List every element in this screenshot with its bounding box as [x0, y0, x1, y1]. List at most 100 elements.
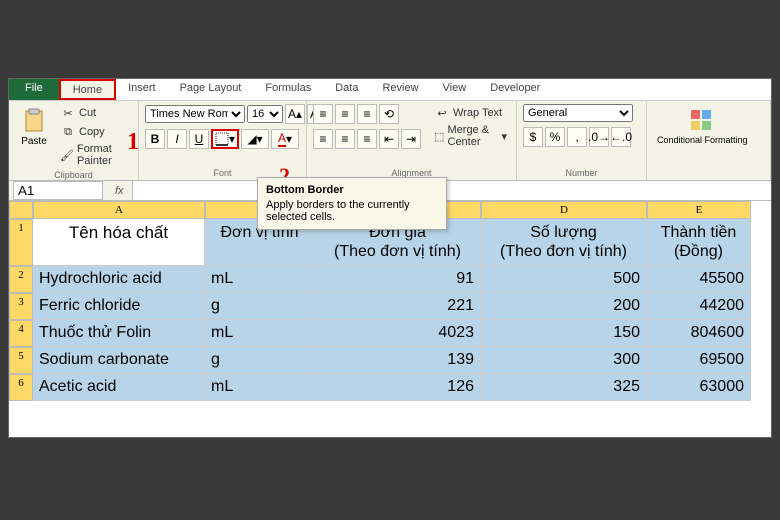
select-all-corner[interactable] [9, 201, 33, 219]
cell-b4[interactable]: mL [205, 320, 315, 347]
font-color-button[interactable]: A▾ [271, 129, 299, 149]
row-header-1[interactable]: 1 [9, 219, 33, 266]
cell-c2[interactable]: 91 [315, 266, 481, 293]
tooltip-bottom-border: Bottom Border Apply borders to the curre… [257, 177, 447, 230]
wrap-text-button[interactable]: ↩Wrap Text [431, 104, 510, 122]
percent-button[interactable]: % [545, 127, 565, 147]
increase-font-button[interactable]: A▴ [285, 104, 305, 124]
d1-line1: Số lượng [530, 224, 597, 241]
cell-c6[interactable]: 126 [315, 374, 481, 401]
font-size-select[interactable]: 16 [247, 105, 283, 123]
cell-a2[interactable]: Hydrochloric acid [33, 266, 205, 293]
conditional-formatting-button[interactable]: Conditional Formatting [653, 104, 752, 147]
cell-a4[interactable]: Thuốc thử Folin [33, 320, 205, 347]
fx-icon[interactable]: fx [107, 185, 132, 197]
align-right-button[interactable]: ≡ [357, 129, 377, 149]
cell-e6[interactable]: 63000 [647, 374, 751, 401]
cell-b5[interactable]: g [205, 347, 315, 374]
cell-d4[interactable]: 150 [481, 320, 647, 347]
tab-developer[interactable]: Developer [478, 79, 552, 100]
tab-view[interactable]: View [431, 79, 479, 100]
cell-c4[interactable]: 4023 [315, 320, 481, 347]
italic-button[interactable]: I [167, 129, 187, 149]
copy-button[interactable]: ⧉Copy [57, 123, 132, 141]
tab-pagelayout[interactable]: Page Layout [168, 79, 254, 100]
e1-line1: Thành tiền [661, 224, 737, 241]
col-header-a[interactable]: A [33, 201, 205, 219]
brush-icon: 🖌 [60, 147, 74, 163]
tooltip-title: Bottom Border [266, 184, 438, 196]
spreadsheet-grid[interactable]: A B C D E 1 Tên hóa chất Đơn vị tính Đơn… [9, 201, 771, 401]
cell-a3[interactable]: Ferric chloride [33, 293, 205, 320]
e1-line2: (Đồng) [674, 243, 723, 260]
merge-center-button[interactable]: ⬚Merge & Center ▾ [431, 123, 510, 149]
cond-format-icon [687, 106, 717, 136]
tab-home[interactable]: Home [59, 79, 116, 100]
cell-a6[interactable]: Acetic acid [33, 374, 205, 401]
align-center-button[interactable]: ≡ [335, 129, 355, 149]
excel-window: File Home Insert Page Layout Formulas Da… [8, 78, 772, 438]
cond-format-label: Conditional Formatting [657, 136, 748, 145]
col-header-e[interactable]: E [647, 201, 751, 219]
ribbon: 1 2 Paste ✂Cut ⧉Copy 🖌Format Painter Cli… [9, 101, 771, 181]
cut-button[interactable]: ✂Cut [57, 104, 132, 122]
wrap-icon: ↩ [434, 105, 450, 121]
col-header-d[interactable]: D [481, 201, 647, 219]
name-box[interactable] [13, 181, 103, 200]
underline-button[interactable]: U [189, 129, 209, 149]
decrease-decimal-button[interactable]: ←.0 [611, 127, 631, 147]
paste-button[interactable]: Paste [15, 104, 53, 149]
cell-d6[interactable]: 325 [481, 374, 647, 401]
cell-d1[interactable]: Số lượng(Theo đơn vị tính) [481, 219, 647, 266]
increase-indent-button[interactable]: ⇥ [401, 129, 421, 149]
bold-button[interactable]: B [145, 129, 165, 149]
cell-e2[interactable]: 45500 [647, 266, 751, 293]
cell-c5[interactable]: 139 [315, 347, 481, 374]
cell-c3[interactable]: 221 [315, 293, 481, 320]
copy-icon: ⧉ [60, 124, 76, 140]
formula-input[interactable] [132, 181, 771, 200]
cell-b3[interactable]: g [205, 293, 315, 320]
format-painter-button[interactable]: 🖌Format Painter [57, 142, 132, 168]
cell-d2[interactable]: 500 [481, 266, 647, 293]
group-alignment: ≡ ≡ ≡ ⟲ ≡ ≡ ≡ ⇤ ⇥ ↩Wrap Text ⬚Mer [307, 101, 517, 180]
merge-icon: ⬚ [434, 128, 445, 144]
align-left-button[interactable]: ≡ [313, 129, 333, 149]
comma-button[interactable]: , [567, 127, 587, 147]
tab-insert[interactable]: Insert [116, 79, 168, 100]
tab-data[interactable]: Data [323, 79, 370, 100]
align-middle-button[interactable]: ≡ [335, 104, 355, 124]
cell-e1[interactable]: Thành tiền (Đồng) [647, 219, 751, 266]
cell-b6[interactable]: mL [205, 374, 315, 401]
align-bottom-button[interactable]: ≡ [357, 104, 377, 124]
cell-a5[interactable]: Sodium carbonate [33, 347, 205, 374]
row-header-6[interactable]: 6 [9, 374, 33, 401]
cell-d5[interactable]: 300 [481, 347, 647, 374]
number-format-select[interactable]: General [523, 104, 633, 122]
row-header-3[interactable]: 3 [9, 293, 33, 320]
fill-color-button[interactable]: ◢▾ [241, 129, 269, 149]
cell-e3[interactable]: 44200 [647, 293, 751, 320]
cell-e5[interactable]: 69500 [647, 347, 751, 374]
cell-b2[interactable]: mL [205, 266, 315, 293]
decrease-indent-button[interactable]: ⇤ [379, 129, 399, 149]
orientation-button[interactable]: ⟲ [379, 104, 399, 124]
scissors-icon: ✂ [60, 105, 76, 121]
cell-d3[interactable]: 200 [481, 293, 647, 320]
tab-formulas[interactable]: Formulas [253, 79, 323, 100]
align-top-button[interactable]: ≡ [313, 104, 333, 124]
borders-button[interactable]: ▾ [211, 129, 239, 149]
font-name-select[interactable]: Times New Roma [145, 105, 245, 123]
row-header-2[interactable]: 2 [9, 266, 33, 293]
cell-e4[interactable]: 804600 [647, 320, 751, 347]
paste-label: Paste [21, 136, 47, 147]
row-header-4[interactable]: 4 [9, 320, 33, 347]
cell-a1[interactable]: Tên hóa chất [33, 219, 205, 266]
tab-review[interactable]: Review [370, 79, 430, 100]
group-clipboard: Paste ✂Cut ⧉Copy 🖌Format Painter Clipboa… [9, 101, 139, 180]
row-header-5[interactable]: 5 [9, 347, 33, 374]
increase-decimal-button[interactable]: .0→ [589, 127, 609, 147]
copy-label: Copy [79, 126, 105, 138]
tab-file[interactable]: File [9, 79, 59, 100]
currency-button[interactable]: $ [523, 127, 543, 147]
